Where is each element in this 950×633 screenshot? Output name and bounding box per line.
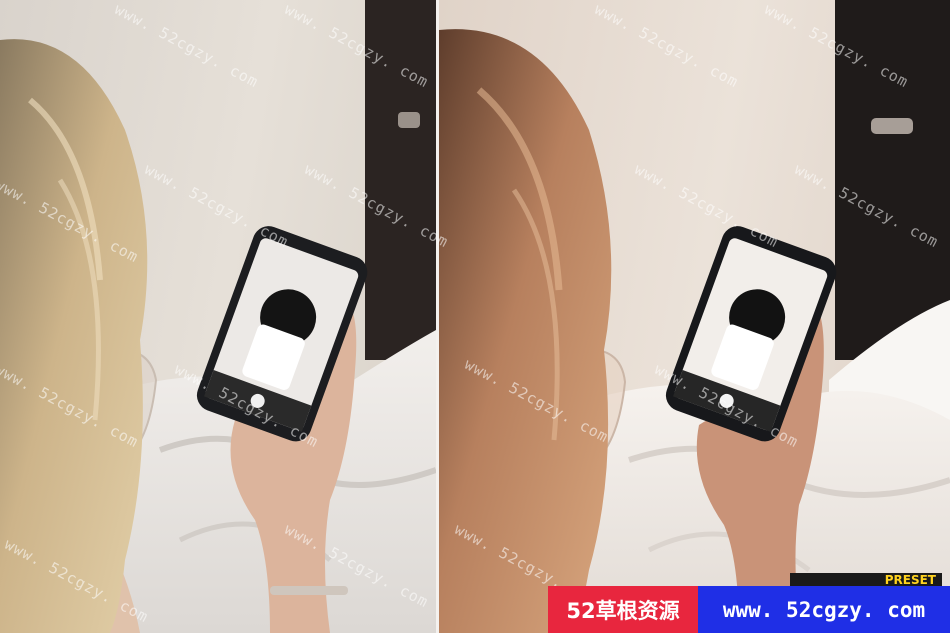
bracelet: [270, 586, 348, 595]
before-photo-illustration: [0, 0, 436, 633]
site-url-label: www. 52cgzy. com: [698, 586, 950, 633]
after-photo-illustration: [439, 0, 950, 633]
door-handle: [398, 112, 420, 128]
site-banner: 52草根资源 www. 52cgzy. com: [548, 586, 950, 633]
door: [835, 0, 950, 360]
after-photo-panel: [439, 0, 950, 633]
before-photo-panel: [0, 0, 436, 633]
preset-tag: PRESET: [790, 573, 942, 587]
hair: [439, 29, 612, 633]
door-handle: [871, 118, 913, 134]
hair: [0, 39, 148, 633]
site-name-label: 52草根资源: [548, 586, 698, 633]
door: [365, 0, 436, 360]
